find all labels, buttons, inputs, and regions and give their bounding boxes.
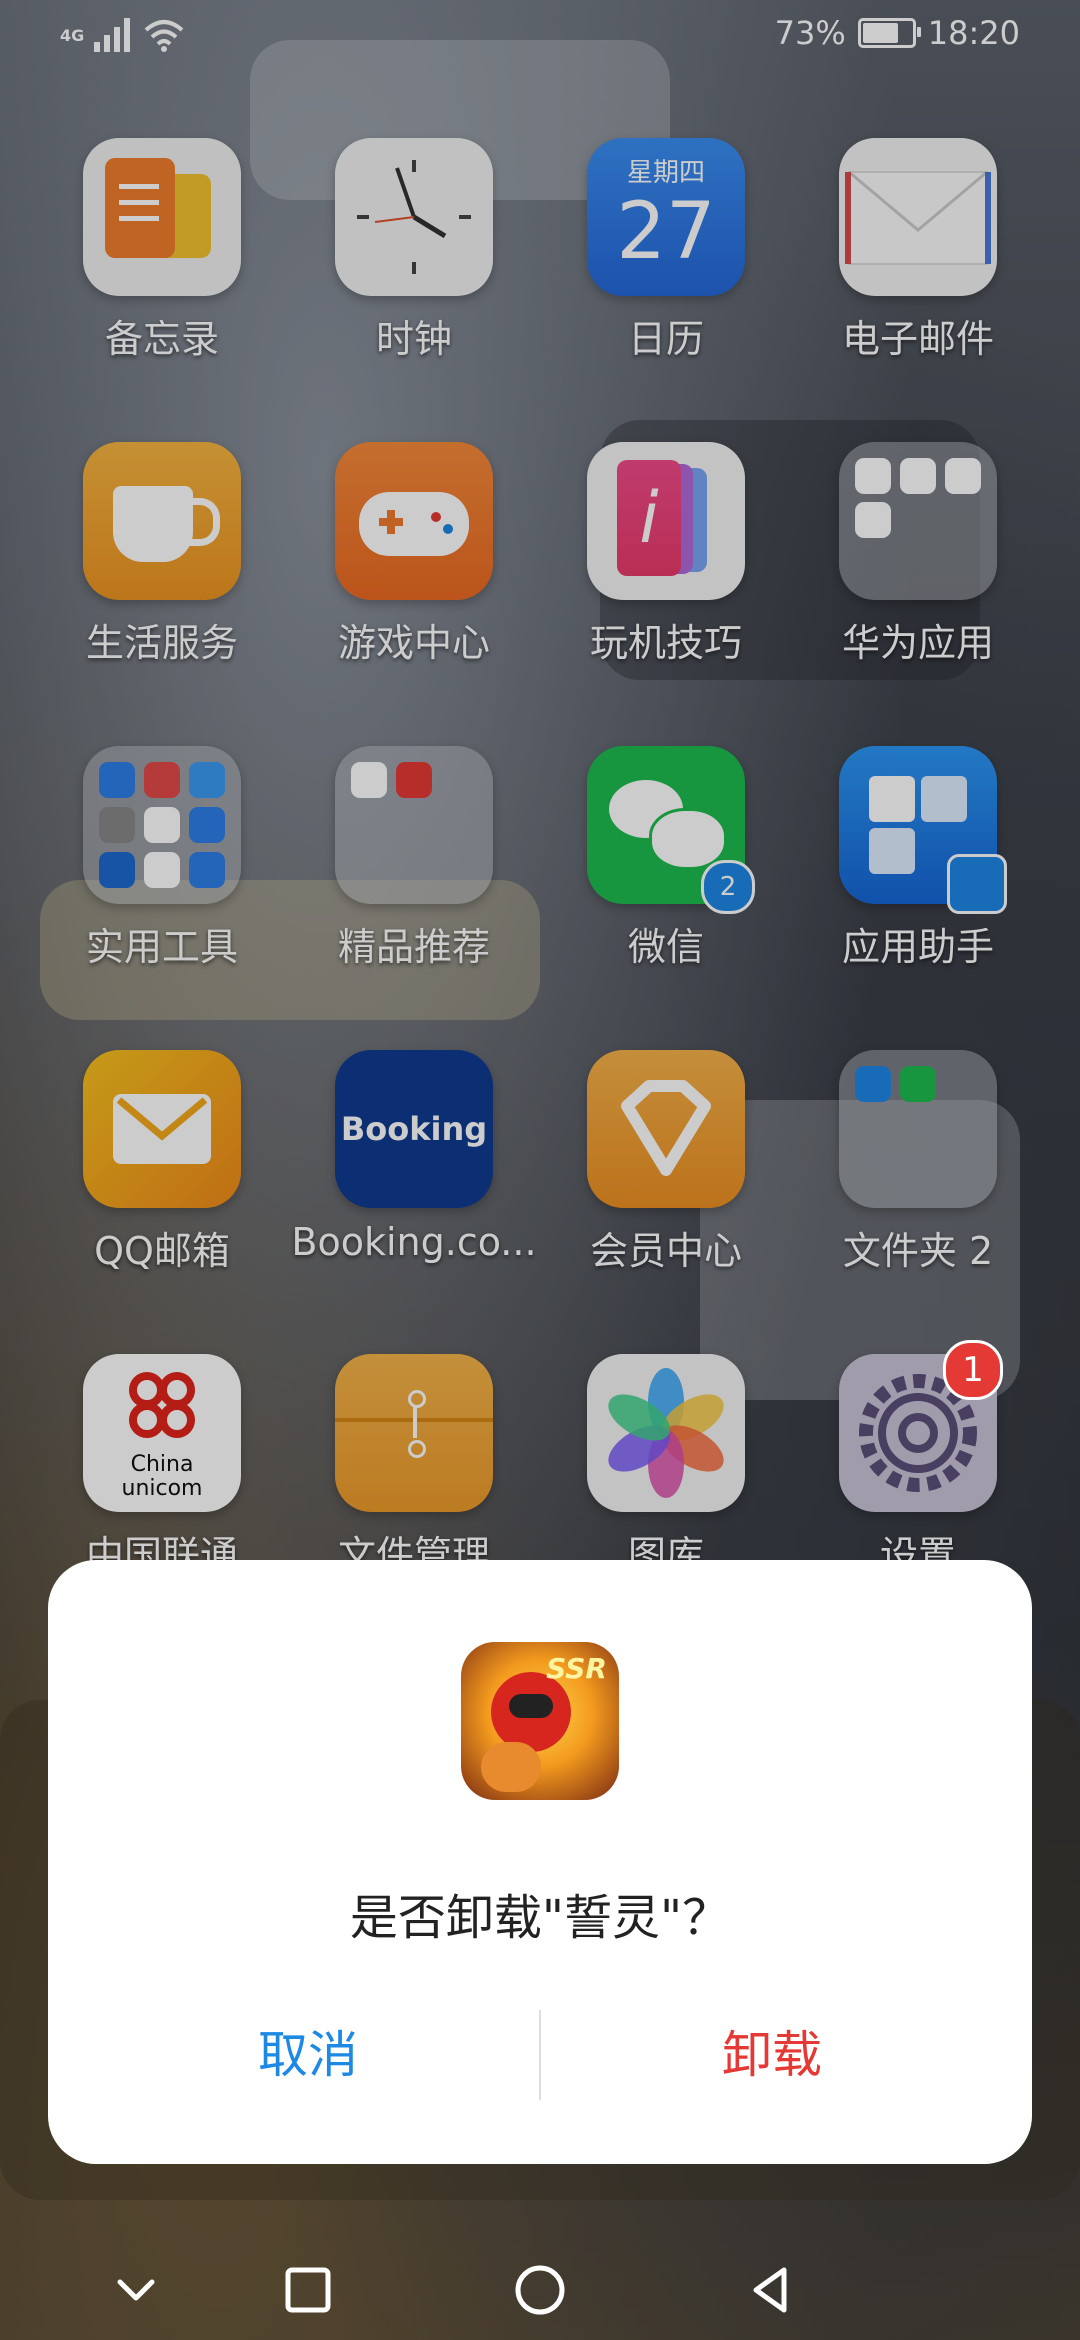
back-icon[interactable]: [740, 2260, 800, 2320]
uninstall-dialog: SSR 是否卸载"誓灵"？ 取消 卸载: [48, 1560, 1032, 2164]
recent-apps-icon[interactable]: [278, 2260, 338, 2320]
navigation-bar: [0, 2220, 1080, 2340]
chevron-down-icon[interactable]: [106, 2260, 166, 2320]
cancel-button[interactable]: 取消: [78, 2000, 538, 2110]
dialog-title: 是否卸载"誓灵"？: [349, 1890, 731, 1946]
game-app-icon: SSR: [461, 1642, 619, 1800]
uninstall-button[interactable]: 卸载: [542, 2000, 1002, 2110]
button-divider: [539, 2010, 541, 2100]
home-icon[interactable]: [510, 2260, 570, 2320]
notification-badge: 1: [943, 1340, 1003, 1400]
